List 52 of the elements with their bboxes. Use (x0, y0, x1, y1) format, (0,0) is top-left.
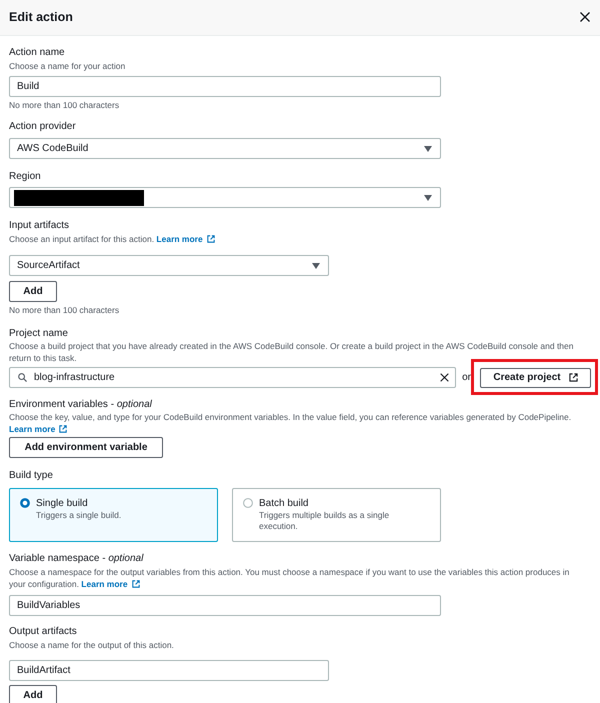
search-value: blog-infrastructure (34, 372, 116, 383)
field-description: Choose an input artifact for this action. Learn more (9, 233, 591, 245)
field-label: Region (9, 170, 42, 184)
field-label: Build type (9, 469, 54, 483)
learn-more-link[interactable]: Learn more (9, 424, 68, 434)
field-description: Choose a build project that you have already created in the AWS CodeBuild console. Or create a build project in the AWS CodeBuild console and then return to this task. (9, 341, 574, 364)
add-button[interactable]: Add (9, 685, 57, 703)
field-description: Choose a name for the output of this action. (9, 639, 175, 651)
field-description: Choose the key, value, and type for your CodeBuild environment variables. In the value field, you can reference variables generated by CodePipeline. Learn more (9, 412, 572, 435)
text-field[interactable]: BuildVariables (9, 595, 441, 616)
caret-icon (312, 262, 320, 268)
dialog-title: Edit action (9, 9, 73, 25)
option-title: Single build (36, 497, 89, 510)
field-label: Action provider (9, 120, 77, 134)
radio-icon (243, 498, 253, 508)
field-label: Action name (9, 46, 66, 60)
clear-icon[interactable] (440, 373, 450, 382)
field-description: Choose a namespace for the output variables from this action. You must choose a namespace if you want to use the variables this action produces in your configuration. Learn more (9, 566, 570, 590)
external-link-icon (568, 373, 578, 382)
create-project-button[interactable]: Create project (480, 368, 591, 388)
separator-text: or (462, 372, 471, 383)
field-label: Project name (9, 327, 69, 341)
constraint-text: No more than 100 characters (9, 99, 120, 111)
text-field[interactable]: BuildArtifact (9, 660, 329, 681)
caret-icon (424, 194, 432, 200)
dropdown[interactable] (9, 187, 441, 208)
external-link-icon (132, 580, 140, 588)
add-environment-variable-button[interactable]: Add environment variable (9, 437, 163, 458)
radio-icon (20, 498, 30, 508)
field-label: Input artifacts (9, 219, 70, 233)
field-label: Environment variables - optional (9, 398, 153, 412)
dropdown[interactable]: SourceArtifact (9, 255, 329, 276)
learn-more-link[interactable]: Learn more (81, 579, 140, 589)
caret-icon (424, 146, 432, 152)
option-title: Batch build (259, 497, 310, 510)
search-field[interactable]: blog-infrastructure (9, 367, 456, 388)
external-link-icon (206, 235, 215, 243)
add-button[interactable]: Add (9, 281, 57, 302)
option-tile[interactable]: Single build Triggers a single build. (9, 488, 218, 542)
search-icon (18, 373, 27, 382)
field-label: Variable namespace - optional (9, 552, 144, 566)
field-description: Choose a name for your action (9, 60, 126, 72)
external-link-icon (59, 424, 68, 432)
option-description: Triggers multiple builds as a single execution. (259, 510, 390, 532)
option-tile[interactable]: Batch build Triggers multiple builds as a single execution. (232, 488, 441, 542)
learn-more-link[interactable]: Learn more (156, 234, 215, 244)
dropdown[interactable]: AWS CodeBuild (9, 138, 441, 159)
constraint-text: No more than 100 characters (9, 304, 120, 316)
field-label: Output artifacts (9, 625, 78, 639)
close-icon[interactable] (580, 12, 590, 22)
option-description: Triggers a single build. (36, 510, 122, 521)
text-field[interactable]: Build (9, 76, 441, 97)
